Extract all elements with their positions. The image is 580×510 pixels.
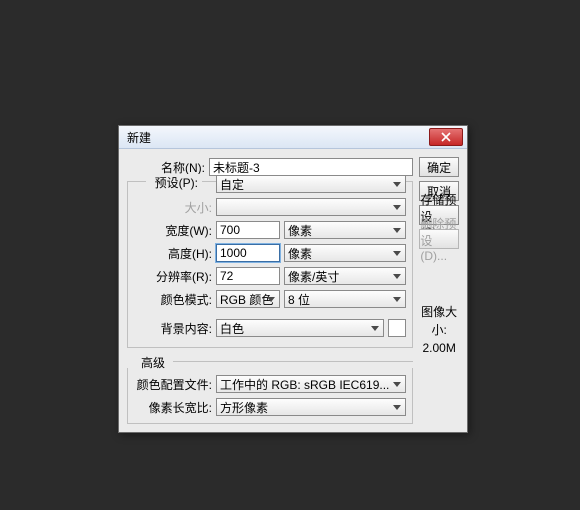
size-select xyxy=(216,198,406,216)
pixel-aspect-select[interactable]: 方形像素 xyxy=(216,398,406,416)
close-button[interactable] xyxy=(429,128,463,146)
resolution-input[interactable] xyxy=(216,267,280,285)
bg-color-swatch[interactable] xyxy=(388,319,406,337)
advanced-label[interactable]: 高级 xyxy=(137,354,169,371)
bg-label: 背景内容: xyxy=(134,320,216,337)
image-size-label: 图像大小: xyxy=(419,303,459,339)
color-mode-label: 颜色模式: xyxy=(134,291,216,308)
new-document-dialog: 新建 名称(N): 预设(P): 自定 xyxy=(118,125,468,433)
width-unit-select[interactable]: 像素 xyxy=(284,221,406,239)
ok-button[interactable]: 确定 xyxy=(419,157,459,177)
color-mode-select[interactable]: RGB 颜色 xyxy=(216,290,280,308)
height-label: 高度(H): xyxy=(134,245,216,262)
preset-select[interactable]: 自定 xyxy=(216,175,406,193)
resolution-label: 分辨率(R): xyxy=(134,268,216,285)
bg-select[interactable]: 白色 xyxy=(216,319,384,337)
name-label: 名称(N): xyxy=(127,159,209,176)
delete-preset-button: 删除预设(D)... xyxy=(419,229,459,249)
aspect-label: 像素长宽比: xyxy=(134,399,216,416)
advanced-group: 高级 颜色配置文件: 工作中的 RGB: sRGB IEC619... 像素长宽… xyxy=(127,354,413,424)
color-depth-select[interactable]: 8 位 xyxy=(284,290,406,308)
dialog-title: 新建 xyxy=(127,129,429,146)
image-size-value: 2.00M xyxy=(419,339,459,357)
preset-label: 预设(P): xyxy=(146,174,202,191)
color-profile-select[interactable]: 工作中的 RGB: sRGB IEC619... xyxy=(216,375,406,393)
height-input[interactable] xyxy=(216,244,280,262)
close-icon xyxy=(441,132,451,142)
preset-group: 预设(P): 自定 大小: 宽度(W): 像素 xyxy=(127,181,413,348)
width-label: 宽度(W): xyxy=(134,222,216,239)
size-label: 大小: xyxy=(134,199,216,216)
resolution-unit-select[interactable]: 像素/英寸 xyxy=(284,267,406,285)
width-input[interactable] xyxy=(216,221,280,239)
image-size-info: 图像大小: 2.00M xyxy=(419,303,459,357)
titlebar[interactable]: 新建 xyxy=(119,126,467,149)
profile-label: 颜色配置文件: xyxy=(134,376,216,393)
height-unit-select[interactable]: 像素 xyxy=(284,244,406,262)
